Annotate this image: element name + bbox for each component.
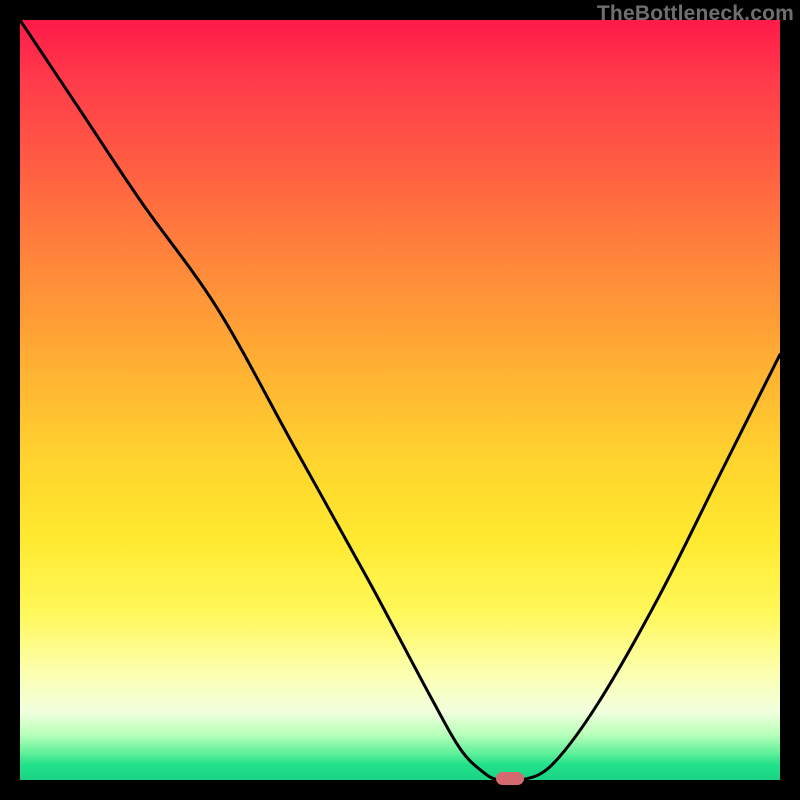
plot-area bbox=[20, 20, 780, 780]
optimum-marker bbox=[496, 772, 524, 785]
curve-svg bbox=[20, 20, 780, 780]
bottleneck-curve-path bbox=[20, 20, 780, 781]
chart-frame: TheBottleneck.com bbox=[0, 0, 800, 800]
